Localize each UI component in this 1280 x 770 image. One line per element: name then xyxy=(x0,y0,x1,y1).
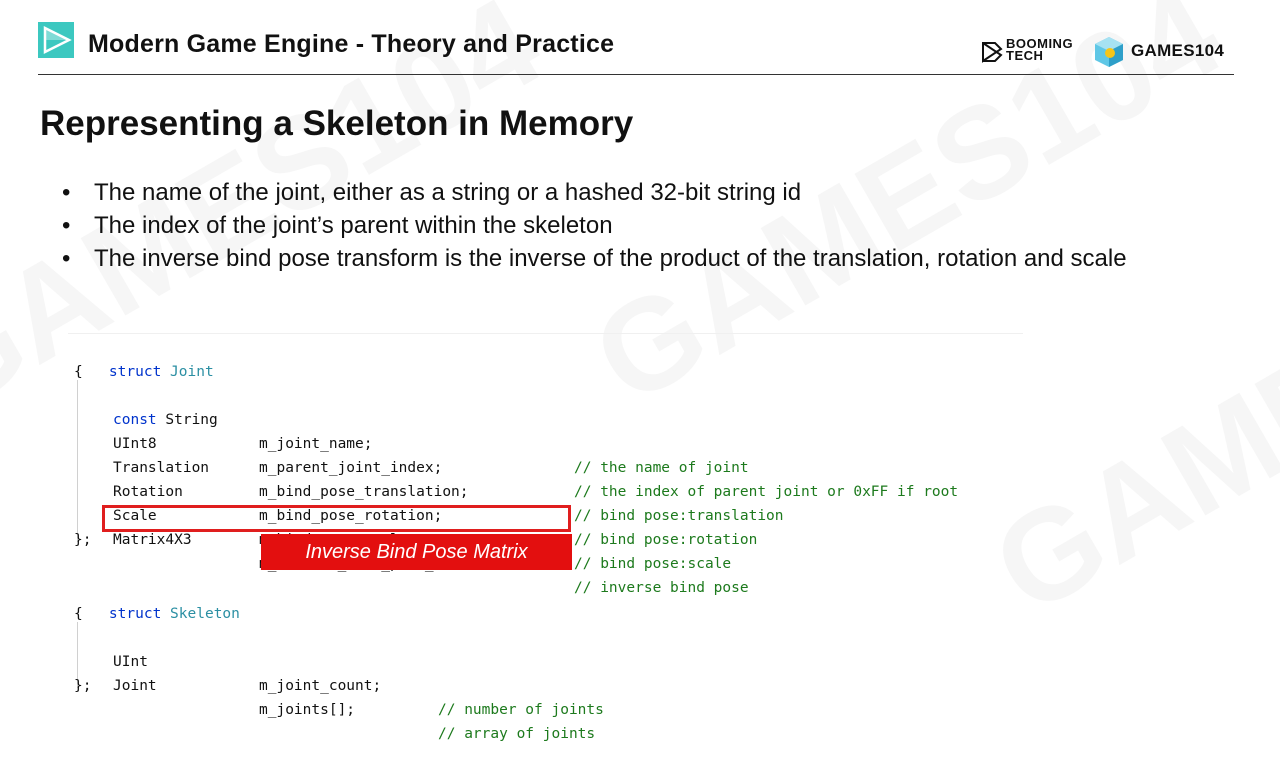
code-line-field: Rotation m_bind_pose_rotation; // bind p… xyxy=(68,456,1023,548)
code-comment: // bind pose:scale xyxy=(574,556,732,572)
code-type-name: Joint xyxy=(170,364,214,380)
games104-label: GAMES104 xyxy=(1131,41,1225,60)
code-comment: // array of joints xyxy=(438,726,596,742)
course-title: Modern Game Engine - Theory and Practice xyxy=(88,30,615,58)
code-comment: // number of joints xyxy=(438,702,604,718)
bullet-list: • The name of the joint, either as a str… xyxy=(62,176,1242,275)
slide-title: Representing a Skeleton in Memory xyxy=(40,104,634,143)
code-line-field: Joint m_joints[]; // array of joints xyxy=(68,650,1023,742)
code-field-name: m_joint_count; xyxy=(259,678,382,694)
booming-tech-logo: BOOMING TECH xyxy=(980,37,1080,66)
bullet-item: • The index of the joint’s parent within… xyxy=(62,209,1242,242)
bullet-dot: • xyxy=(62,212,71,239)
games104-cube-icon xyxy=(1095,37,1123,67)
code-line-struct-joint: struct Joint xyxy=(74,336,214,380)
code-type-name: Skeleton xyxy=(170,606,240,622)
bullet-text: The index of the joint’s parent within t… xyxy=(94,212,613,239)
code-comment: // inverse bind pose xyxy=(574,580,749,596)
code-line-field: Translation m_bind_pose_translation; // … xyxy=(68,432,1023,524)
bullet-text: The inverse bind pose transform is the i… xyxy=(94,245,1127,272)
play-logo-icon xyxy=(38,22,74,58)
code-keyword: struct xyxy=(108,364,162,380)
code-line-struct-skeleton: struct Skeleton xyxy=(74,578,240,622)
header-divider xyxy=(38,74,1234,75)
bullet-item: • The name of the joint, either as a str… xyxy=(62,176,1242,209)
code-line-field: UInt m_joint_count; // number of joints xyxy=(68,626,1023,718)
bullet-dot: • xyxy=(62,245,71,272)
bullet-text: The name of the joint, either as a strin… xyxy=(94,179,802,206)
code-line-close-brace: }; xyxy=(74,532,92,548)
code-keyword: struct xyxy=(108,606,162,622)
callout-label: Inverse Bind Pose Matrix xyxy=(261,534,572,570)
slide-header: Modern Game Engine - Theory and Practice… xyxy=(0,0,1280,76)
bullet-dot: • xyxy=(62,179,71,206)
code-line-open-brace: { xyxy=(74,364,83,380)
code-comment: // bind pose:rotation xyxy=(574,532,758,548)
code-line-open-brace: { xyxy=(74,606,83,622)
booming-tech-text: BOOMING TECH xyxy=(1006,37,1073,63)
booming-mark-icon xyxy=(982,42,1003,63)
code-line-close-brace: }; xyxy=(74,678,92,694)
code-line-field: UInt8 m_parent_joint_index; // the index… xyxy=(68,408,1023,500)
code-field-name: m_joints[]; xyxy=(259,702,356,718)
code-line-field: const String m_joint_name; // the name o… xyxy=(68,384,1023,476)
code-field-type: Joint xyxy=(113,678,157,694)
highlight-box xyxy=(102,505,571,532)
bullet-item: • The inverse bind pose transform is the… xyxy=(62,242,1242,275)
code-line-field: Scale m_bind_pose_scale; // bind pose:sc… xyxy=(68,480,1023,572)
booming-line2: TECH xyxy=(1006,48,1044,63)
